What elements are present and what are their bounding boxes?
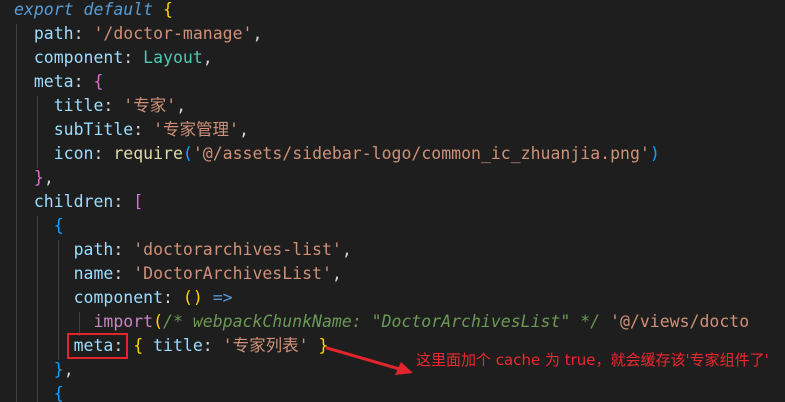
property: component	[33, 48, 124, 67]
code-line-4[interactable]: meta: {	[14, 70, 104, 94]
string: '专家列表'	[222, 336, 309, 355]
code-line-2[interactable]: path: '/doctor-manage',	[14, 22, 263, 46]
comma: ,	[252, 24, 263, 43]
colon: :	[73, 72, 94, 91]
code-line-9[interactable]: children: [	[14, 190, 143, 214]
string: '/doctor-manage'	[93, 24, 253, 43]
property: icon	[53, 144, 94, 163]
code-line-12[interactable]: name: 'DoctorArchivesList',	[14, 262, 342, 286]
property: meta	[33, 72, 74, 91]
brace: {	[53, 384, 64, 402]
colon: :	[113, 192, 134, 211]
property: path	[73, 240, 114, 259]
colon: :	[202, 336, 223, 355]
code-line-10[interactable]: {	[14, 214, 64, 238]
code-line-13[interactable]: component: () =>	[14, 286, 233, 310]
colon: :	[113, 264, 134, 283]
string: 'doctorarchives-list'	[133, 240, 342, 259]
comma: ,	[176, 96, 187, 115]
brace: }	[33, 168, 44, 187]
code-line-6[interactable]: subTitle: '专家管理',	[14, 118, 249, 142]
property: path	[33, 24, 74, 43]
import-keyword: import	[93, 312, 154, 331]
paren: (	[153, 312, 164, 331]
comma: ,	[43, 168, 54, 187]
code-line-7[interactable]: icon: require('@/assets/sidebar-logo/com…	[14, 142, 660, 166]
code-line-15[interactable]: meta: { title: '专家列表' }	[14, 334, 329, 358]
string: '专家'	[123, 96, 177, 115]
arrow-icon	[325, 346, 413, 375]
property: title	[153, 336, 203, 355]
brace: {	[163, 0, 173, 19]
brace: {	[93, 72, 104, 91]
code-line-11[interactable]: path: 'doctorarchives-list',	[14, 238, 352, 262]
paren: )	[649, 144, 660, 163]
colon: :	[123, 48, 144, 67]
property: component	[73, 288, 164, 307]
function-name: require	[113, 144, 183, 163]
bracket: [	[133, 192, 144, 211]
identifier: Layout	[143, 48, 203, 67]
paren: (	[182, 144, 193, 163]
code-line-14[interactable]: import(/* webpackChunkName: "DoctorArchi…	[14, 310, 749, 334]
colon: :	[73, 24, 94, 43]
string: 'DoctorArchivesList'	[133, 264, 332, 283]
code-line-16[interactable]: },	[14, 358, 74, 382]
colon: :	[163, 288, 183, 307]
colon: :	[133, 120, 154, 139]
comma: ,	[331, 264, 342, 283]
brace: {	[53, 216, 64, 235]
code-line-8[interactable]: },	[14, 166, 54, 190]
colon: :	[93, 144, 114, 163]
brace: }	[53, 360, 64, 379]
property: subTitle	[53, 120, 134, 139]
comma: ,	[202, 48, 213, 67]
parens: ()	[182, 288, 203, 307]
highlight-box	[67, 333, 128, 359]
code-editor[interactable]: export default { path: '/doctor-manage',…	[0, 0, 785, 402]
code-line-17[interactable]: {	[14, 382, 64, 402]
keyword: export default	[14, 0, 154, 19]
arrow-operator: =>	[202, 288, 233, 307]
string: '@/assets/sidebar-logo/common_ic_zhuanji…	[192, 144, 650, 163]
string: '专家管理'	[153, 120, 239, 139]
annotation-note: 这里面加个 cache 为 true，就会缓存该'专家组件了'	[416, 351, 769, 369]
comma: ,	[238, 120, 249, 139]
code-line-1[interactable]: export default {	[14, 0, 173, 22]
property: title	[53, 96, 104, 115]
string: '@/views/docto	[600, 312, 750, 331]
comma: ,	[341, 240, 352, 259]
property: children	[33, 192, 114, 211]
property: name	[73, 264, 114, 283]
colon: :	[113, 240, 134, 259]
comment: /* webpackChunkName: "DoctorArchivesList…	[163, 312, 601, 331]
code-line-5[interactable]: title: '专家',	[14, 94, 186, 118]
comma: ,	[63, 360, 74, 379]
colon: :	[103, 96, 124, 115]
code-line-3[interactable]: component: Layout,	[14, 46, 213, 70]
